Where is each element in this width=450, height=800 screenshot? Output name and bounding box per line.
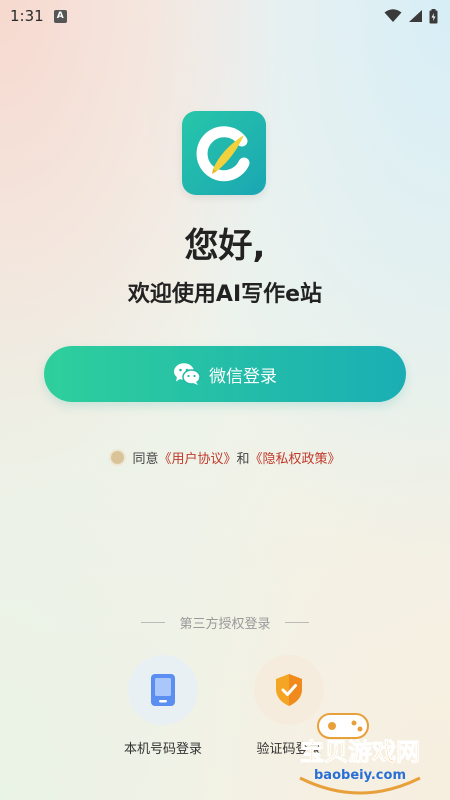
third-party-title-row: 第三方授权登录 [0,613,450,632]
agree-prefix: 同意 [132,452,159,467]
status-left: 1:31 A [10,7,67,25]
status-time: 1:31 [10,7,44,25]
watermark-logo: 宝贝游戏网 baobeiy.com [299,713,421,795]
phone-icon [151,674,175,706]
phone-login-label: 本机号码登录 [123,742,202,757]
agree-radio[interactable] [109,449,127,466]
battery-icon [429,8,438,23]
agree-and: 和 [236,452,250,467]
gamepad-icon [317,713,369,739]
status-right [384,8,438,24]
signal-icon [409,10,422,22]
wechat-login-button[interactable]: 微信登录 [44,346,406,402]
phone-login-button[interactable] [128,655,198,725]
watermark-url: baobeiy.com [314,768,406,783]
privacy-policy-link[interactable]: 《隐私权政策》 [250,448,341,467]
third-party-title: 第三方授权登录 [179,617,271,632]
divider-left [141,622,166,623]
wechat-icon [174,363,201,385]
user-agreement-link[interactable]: 《用户协议》 [158,448,236,467]
notification-a-icon: A [53,9,67,23]
app-logo [182,111,266,195]
greeting-title: 您好, [184,226,266,266]
divider-right [284,622,309,623]
wechat-login-label: 微信登录 [209,366,277,386]
wifi-icon [384,9,402,22]
shield-check-icon [276,674,302,706]
watermark-text: 宝贝游戏网 [300,738,420,766]
agreement-row: 同意 《用户协议》 和 《隐私权政策》 [0,448,450,467]
welcome-subtitle: 欢迎使用AI写作e站 [127,282,323,307]
logo-c-brush-icon [196,126,250,182]
status-bar: 1:31 A [0,0,450,32]
